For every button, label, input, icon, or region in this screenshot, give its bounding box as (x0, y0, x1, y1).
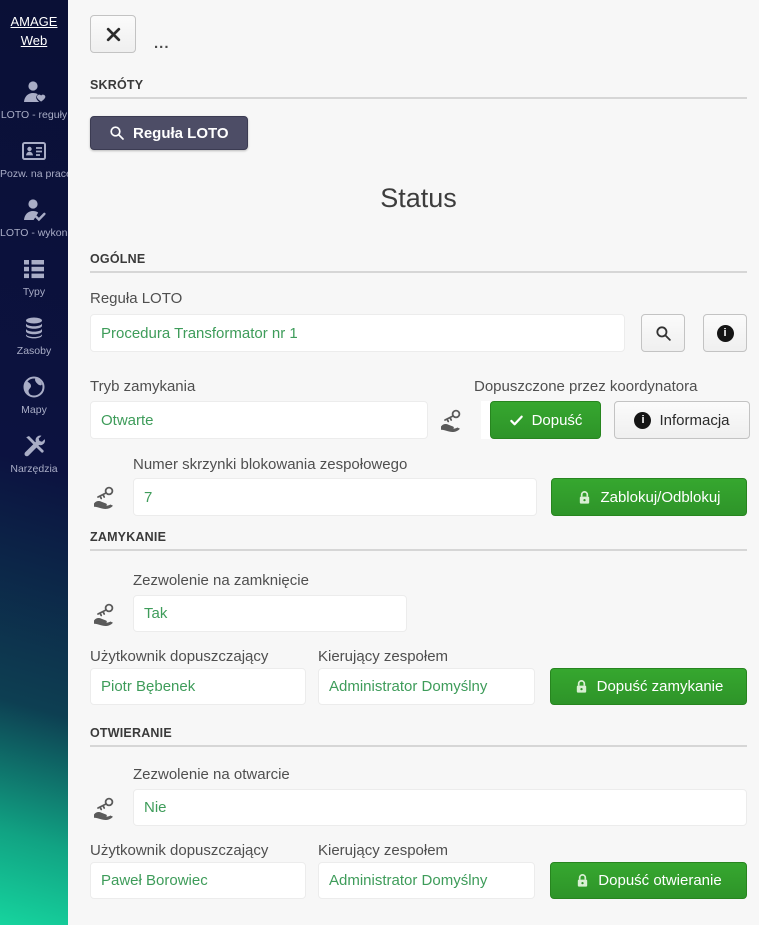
key-handover-icon (90, 794, 133, 822)
key-handover-icon (90, 483, 133, 511)
coordinator-label: Dopuszczone przez koordynatora (474, 378, 697, 396)
sidebar-item-label: LOTO - wykonanie (0, 227, 68, 239)
rule-loto-input[interactable] (90, 314, 625, 352)
closing-permission-input[interactable] (133, 595, 407, 632)
opening-user-labels: Użytkownik dopuszczający Kierujący zespo… (90, 842, 747, 860)
lock-unlock-button-label: Zablokuj/Odblokuj (600, 489, 720, 506)
sidebar-item-label: Typy (0, 286, 68, 298)
page-title: Status (90, 183, 747, 215)
globe-icon (19, 372, 49, 402)
sidebar-item-loto-reguly[interactable]: LOTO - reguły (0, 77, 68, 121)
sidebar-item-label: Narzędzia (0, 463, 68, 475)
topbar: ... (90, 15, 747, 53)
closing-user-label: Użytkownik dopuszczający (90, 648, 318, 666)
search-icon (109, 125, 125, 141)
main-panel: ... SKRÓTY Reguła LOTO Status OGÓLNE Reg… (68, 0, 759, 925)
app-window: AMAGE Web LOTO - reguły (0, 0, 759, 925)
allow-closing-button[interactable]: Dopuść zamykanie (550, 668, 747, 705)
sidebar: AMAGE Web LOTO - reguły (0, 0, 68, 925)
sidebar-item-label: Mapy (0, 404, 68, 416)
check-icon (509, 413, 524, 428)
user-check-icon (19, 195, 49, 225)
lock-icon (574, 679, 589, 694)
lock-icon (577, 490, 592, 505)
rule-search-button[interactable] (641, 314, 685, 352)
closing-mode-label: Tryb zamykania (90, 378, 474, 396)
sidebar-item-zasoby[interactable]: Zasoby (0, 313, 68, 357)
closing-leader-input[interactable] (318, 668, 535, 705)
opening-permission-input[interactable] (133, 789, 747, 826)
section-header-ogolne: OGÓLNE (90, 252, 747, 273)
information-button-label: Informacja (659, 412, 729, 429)
database-icon (19, 313, 49, 343)
sidebar-nav: LOTO - reguły Pozw. na pracę (0, 77, 68, 490)
opening-permission-row (90, 789, 747, 826)
more-options[interactable]: ... (154, 35, 170, 53)
opening-user-input[interactable] (90, 862, 306, 899)
sidebar-item-pozw-na-prace[interactable]: Pozw. na pracę (0, 136, 68, 180)
id-card-icon (19, 136, 49, 166)
lock-unlock-button[interactable]: Zablokuj/Odblokuj (551, 478, 747, 516)
closing-permission-row (90, 595, 747, 632)
closing-permission-label: Zezwolenie na zamknięcie (133, 572, 747, 590)
sidebar-item-loto-wykonanie[interactable]: LOTO - wykonanie (0, 195, 68, 239)
close-button[interactable] (90, 15, 136, 53)
closing-mode-input[interactable] (90, 401, 428, 439)
close-icon (105, 26, 122, 43)
section-header-otwieranie: OTWIERANIE (90, 726, 747, 747)
sidebar-item-label: Zasoby (0, 345, 68, 357)
tools-icon (19, 431, 49, 461)
opening-permission-label: Zezwolenie na otwarcie (133, 766, 747, 784)
info-icon: i (717, 325, 734, 342)
key-handover-icon (90, 600, 133, 628)
sidebar-item-typy[interactable]: Typy (0, 254, 68, 298)
closing-user-input[interactable] (90, 668, 306, 705)
section-header-skroty: SKRÓTY (90, 78, 747, 99)
opening-user-row: Dopuść otwieranie (90, 862, 747, 899)
closing-mode-labels: Tryb zamykania Dopuszczone przez koordyn… (90, 378, 747, 396)
box-number-row: Zablokuj/Odblokuj (90, 478, 747, 516)
closing-user-row: Dopuść zamykanie (90, 668, 747, 705)
rule-loto-shortcut-button[interactable]: Reguła LOTO (90, 116, 248, 150)
box-number-label: Numer skrzynki blokowania zespołowego (133, 456, 747, 474)
sidebar-item-label: LOTO - reguły (0, 109, 68, 121)
sidebar-item-narzedzia[interactable]: Narzędzia (0, 431, 68, 475)
allow-closing-button-label: Dopuść zamykanie (597, 678, 724, 695)
opening-user-label: Użytkownik dopuszczający (90, 842, 318, 860)
search-icon (655, 325, 672, 342)
closing-leader-label: Kierujący zespołem (318, 648, 448, 666)
brand-link[interactable]: AMAGE Web (0, 13, 68, 51)
box-number-input[interactable] (133, 478, 537, 516)
rule-info-button[interactable]: i (703, 314, 747, 352)
rule-loto-shortcut-label: Reguła LOTO (133, 125, 229, 142)
closing-mode-row: Dopuść i Informacja (90, 401, 747, 439)
opening-leader-label: Kierujący zespołem (318, 842, 448, 860)
rule-loto-row: i (90, 314, 747, 352)
sidebar-item-label: Pozw. na pracę (0, 168, 68, 180)
lock-icon (575, 873, 590, 888)
allow-button[interactable]: Dopuść (490, 401, 601, 439)
allow-opening-button-label: Dopuść otwieranie (598, 872, 721, 889)
information-button[interactable]: i Informacja (614, 401, 750, 439)
section-header-zamykanie: ZAMYKANIE (90, 530, 747, 551)
list-icon (19, 254, 49, 284)
sidebar-item-mapy[interactable]: Mapy (0, 372, 68, 416)
closing-user-labels: Użytkownik dopuszczający Kierujący zespo… (90, 648, 747, 666)
user-heart-icon (19, 77, 49, 107)
key-handover-icon (437, 406, 465, 434)
rule-loto-label: Reguła LOTO (90, 290, 747, 308)
opening-leader-input[interactable] (318, 862, 535, 899)
coordinator-field-strip (481, 401, 490, 439)
allow-button-label: Dopuść (532, 412, 583, 429)
allow-opening-button[interactable]: Dopuść otwieranie (550, 862, 747, 899)
info-icon: i (634, 412, 651, 429)
